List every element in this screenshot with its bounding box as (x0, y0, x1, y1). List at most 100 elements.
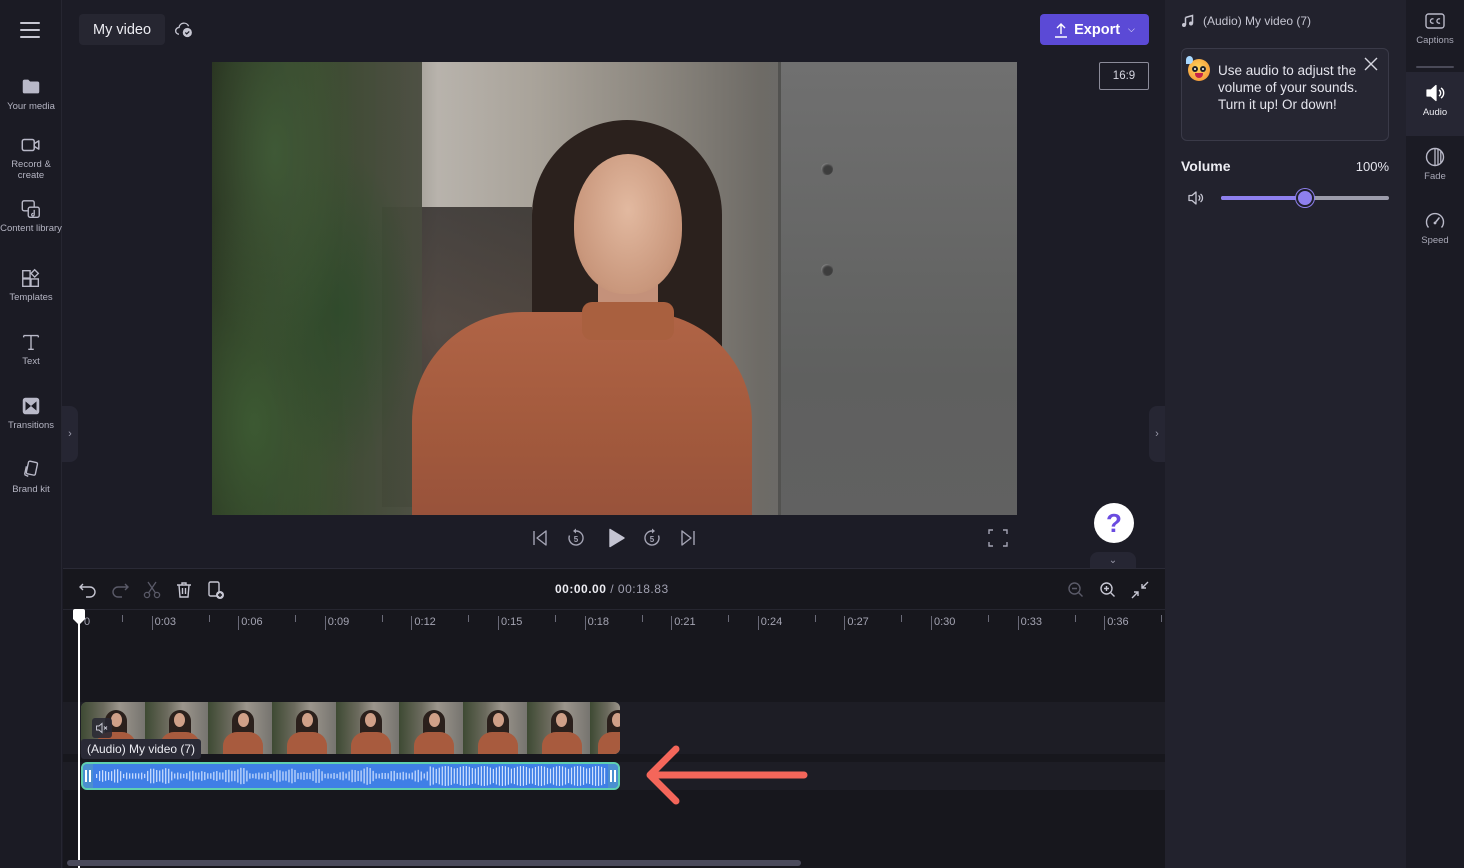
ruler-minor-tick (1161, 615, 1163, 622)
expand-left-panel-button[interactable]: › (62, 406, 78, 462)
sidebar-item-record-create[interactable]: Record & create (0, 134, 62, 181)
waveform-bar (135, 773, 137, 779)
sidebar-item-transitions[interactable]: Transitions (0, 395, 62, 431)
tab-audio[interactable]: Audio (1406, 72, 1464, 136)
waveform-bar (246, 770, 248, 782)
waveform-bar (195, 772, 197, 780)
waveform-bar (372, 770, 374, 782)
skip-to-end-button[interactable] (677, 527, 699, 549)
ruler-major-tick (498, 616, 499, 630)
waveform-bar (378, 773, 380, 779)
waveform-bar (405, 772, 407, 780)
project-title-input[interactable]: My video (79, 14, 165, 45)
audio-clip-selected[interactable] (81, 762, 620, 790)
tab-label: Audio (1422, 107, 1448, 118)
collapse-timeline-button[interactable]: ⌄ (1090, 552, 1136, 569)
waveform-bar (390, 771, 392, 781)
sidebar-item-text[interactable]: Text (0, 331, 62, 367)
music-note-icon (1182, 14, 1194, 27)
ruler-major-tick (238, 616, 240, 630)
duplicate-add-button[interactable] (206, 580, 226, 600)
undo-button[interactable] (78, 580, 98, 600)
speaker-icon[interactable] (1187, 189, 1205, 207)
ruler-minor-tick (728, 615, 730, 622)
aspect-ratio-button[interactable]: 16:9 (1099, 62, 1149, 90)
audio-clip-right-trim-handle[interactable] (608, 764, 618, 788)
waveform-bar (546, 767, 549, 785)
export-button[interactable]: Export ⌵ (1040, 14, 1149, 45)
rewind-5-seconds-button[interactable]: 5 (565, 527, 587, 549)
sidebar-item-label: Brand kit (12, 484, 50, 495)
muted-audio-button[interactable] (92, 718, 112, 738)
video-thumbnail (527, 702, 590, 754)
ruler-major-tick (584, 616, 586, 630)
waveform-bar (186, 773, 188, 779)
waveform-bar (309, 772, 311, 780)
tab-fade[interactable]: Fade (1406, 136, 1464, 200)
audio-clip-left-trim-handle[interactable] (83, 764, 93, 788)
zoom-in-button[interactable] (1098, 580, 1118, 600)
sidebar-item-content-library[interactable]: Content library (0, 198, 62, 234)
help-button[interactable]: ? (1094, 503, 1134, 543)
waveform-bar (294, 769, 296, 783)
ruler-label: 0:24 (760, 616, 783, 628)
sidebar-item-brand-kit[interactable]: Brand kit (0, 459, 62, 495)
chevron-right-icon: › (1155, 428, 1159, 440)
ruler-minor-tick (555, 615, 556, 622)
tab-speed[interactable]: Speed (1406, 200, 1464, 264)
ruler-label: 0:09 (327, 616, 350, 628)
ruler-label: 0:30 (934, 616, 956, 628)
time-separator: / (610, 582, 615, 596)
waveform-bar (306, 772, 308, 780)
zoom-out-button[interactable] (1066, 580, 1086, 600)
timeline-horizontal-scrollbar[interactable] (67, 860, 801, 866)
video-thumbnail (272, 702, 336, 754)
delete-button[interactable] (174, 580, 194, 600)
forward-5-seconds-button[interactable]: 5 (641, 527, 663, 549)
sidebar-item-templates[interactable]: Templates (0, 267, 62, 303)
waveform-bar (447, 766, 449, 786)
play-button[interactable] (604, 526, 628, 550)
audio-waveform (96, 766, 606, 786)
fullscreen-button[interactable] (988, 529, 1008, 547)
waveform-bar (468, 766, 470, 786)
close-tip-button[interactable] (1364, 57, 1378, 71)
waveform-bar (345, 773, 347, 779)
waveform-bar (243, 768, 245, 784)
tab-captions[interactable]: Captions (1406, 0, 1464, 64)
waveform-bar (387, 773, 389, 779)
collapse-right-panel-button[interactable]: › (1149, 406, 1165, 462)
chevron-down-icon: ⌄ (1108, 555, 1118, 566)
waveform-bar (327, 773, 329, 779)
playhead-line (78, 611, 80, 868)
sidebar-item-your-media[interactable]: Your media (0, 76, 62, 112)
menu-button[interactable] (20, 22, 40, 38)
waveform-bar (321, 771, 323, 781)
waveform-bar (453, 768, 455, 784)
waveform-bar (96, 774, 98, 778)
volume-value: 100% (1355, 159, 1389, 174)
waveform-bar (456, 768, 458, 784)
waveform-bar (402, 771, 404, 781)
chevron-down-icon: ⌵ (1128, 24, 1135, 34)
ruler-label: 0:12 (414, 616, 436, 628)
waveform-bar (297, 772, 299, 780)
cloud-saved-icon[interactable] (174, 20, 194, 40)
waveform-bar (165, 768, 167, 784)
waveform-bar (258, 772, 260, 780)
waveform-bar (138, 773, 140, 779)
current-time: 00:00.00 (555, 582, 607, 596)
right-tab-rail: Captions Audio Fade Speed (1406, 0, 1464, 868)
redo-button[interactable] (110, 580, 130, 600)
skip-to-start-button[interactable] (529, 527, 551, 549)
fit-timeline-button[interactable] (1130, 580, 1150, 600)
waveform-bar (183, 773, 185, 779)
volume-slider-thumb[interactable] (1296, 189, 1314, 207)
waveform-bar (420, 771, 422, 781)
ruler-label: 0:36 (1107, 616, 1129, 628)
volume-slider[interactable] (1221, 189, 1389, 207)
timeline-ruler[interactable]: 0 0:03 0:06 0:09 0:12 0:15 0:18 0:21 0:24 0:27 0:3… (63, 609, 1165, 633)
tab-label: Fade (1424, 171, 1446, 182)
video-preview[interactable] (212, 62, 1017, 515)
split-scissors-button[interactable] (142, 580, 162, 600)
